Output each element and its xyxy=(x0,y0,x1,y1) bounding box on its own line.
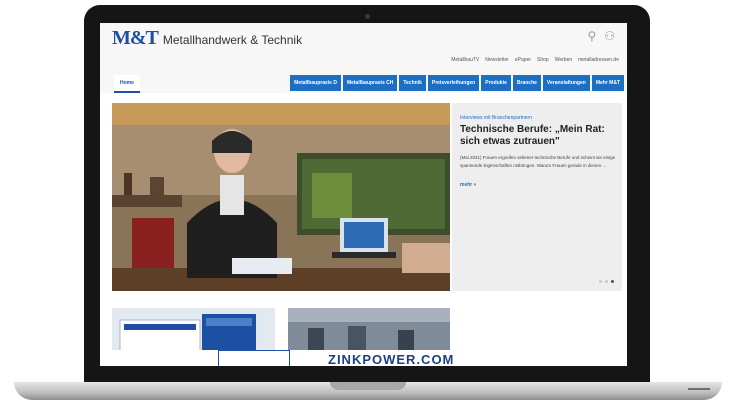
nav-item-home[interactable]: Home xyxy=(114,75,140,93)
top-link-shop[interactable]: Shop xyxy=(537,57,549,63)
header-icons: ⚲ ⚇ xyxy=(587,29,615,43)
nav-item-technik[interactable]: Technik xyxy=(399,75,426,91)
top-link-werben[interactable]: Werben xyxy=(555,57,572,63)
search-icon[interactable]: ⚲ xyxy=(587,29,596,43)
site-logo[interactable]: M&T Metallhandwerk & Technik xyxy=(112,27,302,50)
nav-item-branche[interactable]: Branche xyxy=(512,75,541,91)
ad-text: ZINKPOWER.COM xyxy=(328,352,455,366)
laptop-frame: M&T Metallhandwerk & Technik ⚲ ⚇ Metallb… xyxy=(84,5,650,387)
hero-photo xyxy=(112,103,450,291)
teaser-kicker[interactable]: Interviews mit Branchenpartnern xyxy=(460,115,532,121)
laptop-notch xyxy=(330,382,406,390)
laptop-base xyxy=(14,382,722,400)
site-header: M&T Metallhandwerk & Technik ⚲ ⚇ Metallb… xyxy=(100,23,627,93)
top-link-epaper[interactable]: ePaper xyxy=(515,57,531,63)
nav-item-produkte[interactable]: Produkte xyxy=(481,75,511,91)
logo-mark: M&T xyxy=(112,27,159,49)
nav-item-metallbaupraxis-d[interactable]: Metallbaupraxis D xyxy=(290,75,341,91)
nav-item-veranstaltungen[interactable]: Veranstaltungen xyxy=(542,75,590,91)
teaser-excerpt: (Mai 2021) Frauen ergreifen seltener tec… xyxy=(460,155,616,168)
ad-logo-box xyxy=(218,350,290,366)
teaser-headline[interactable]: Technische Berufe: „Mein Rat: sich etwas… xyxy=(460,124,620,148)
carousel-dots xyxy=(599,280,614,283)
top-links: MetallbauTV Newsletter ePaper Shop Werbe… xyxy=(451,57,619,63)
hero-image[interactable] xyxy=(112,103,450,291)
browser-viewport: M&T Metallhandwerk & Technik ⚲ ⚇ Metallb… xyxy=(100,23,627,366)
carousel-dot-active[interactable] xyxy=(611,280,614,283)
ad-banner[interactable]: ZINKPOWER.COM xyxy=(100,350,627,366)
top-link-metalladressen[interactable]: metalladressen.de xyxy=(578,57,619,63)
nav-item-preisverleihungen[interactable]: Preisverleihungen xyxy=(427,75,480,91)
nav-item-metallbaupraxis-ch[interactable]: Metallbaupraxis CH xyxy=(342,75,398,91)
nav-items: Metallbaupraxis D Metallbaupraxis CH Tec… xyxy=(290,75,624,91)
camera-icon xyxy=(365,14,370,19)
laptop-indicator xyxy=(688,388,710,390)
top-link-newsletter[interactable]: Newsletter xyxy=(485,57,509,63)
carousel-dot[interactable] xyxy=(605,280,608,283)
main-nav: Home Metallbaupraxis D Metallbaupraxis C… xyxy=(114,75,624,93)
logo-text: Metallhandwerk & Technik xyxy=(162,33,303,47)
teaser-panel: Interviews mit Branchenpartnern Technisc… xyxy=(452,103,622,291)
top-link-metallbautv[interactable]: MetallbauTV xyxy=(451,57,479,63)
carousel-dot[interactable] xyxy=(599,280,602,283)
user-icon[interactable]: ⚇ xyxy=(604,29,615,43)
nav-item-mehr-mt[interactable]: Mehr M&T xyxy=(591,75,624,91)
teaser-more-link[interactable]: mehr » xyxy=(460,182,476,188)
